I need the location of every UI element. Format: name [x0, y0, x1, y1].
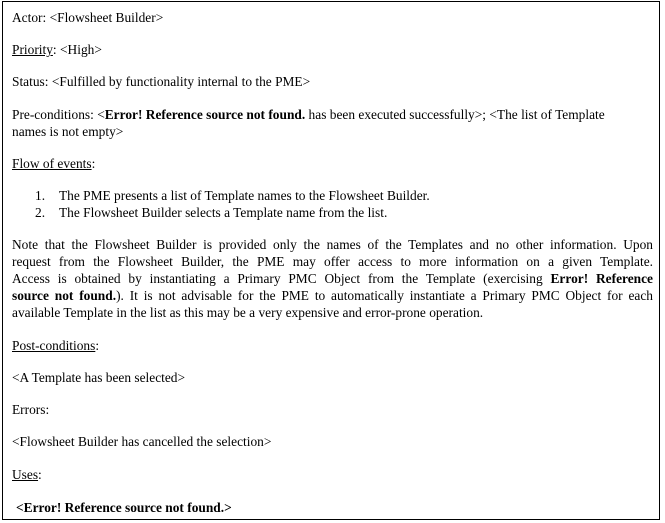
uses-label: Uses: [12, 467, 39, 482]
priority-value: <High>: [60, 42, 102, 57]
flow-step-text: The PME presents a list of Template name…: [59, 188, 430, 203]
preconditions-label: Pre-conditions: [12, 107, 91, 122]
postconditions-value: <A Template has been selected>: [12, 370, 186, 385]
actor-line: Actor: <Flowsheet Builder>: [12, 10, 164, 25]
flow-step-text: The Flowsheet Builder selects a Template…: [59, 205, 388, 220]
priority-line: Priority: <High>: [12, 42, 102, 57]
note-error-link-b[interactable]: source not found.: [12, 288, 116, 303]
status-value: <Fulfilled by functionality internal to …: [51, 74, 311, 89]
uses-open: <: [16, 500, 24, 515]
note-line: available Template in the list as this m…: [12, 305, 484, 320]
postconditions-label: Post-conditions: [12, 338, 96, 353]
postconditions-heading: Post-conditions:: [12, 338, 100, 353]
status-label: Status: [12, 74, 45, 89]
preconditions-open: <: [97, 107, 105, 122]
note-paragraph: Note that the Flowsheet Builder is provi…: [12, 236, 653, 321]
preconditions-paragraph: Pre-conditions: <Error! Reference source…: [12, 107, 605, 139]
use-case-table-cell: Actor: <Flowsheet Builder> Priority: <Hi…: [2, 1, 660, 520]
note-line3-start: Access is obtained by instantiating a Pr…: [12, 271, 551, 286]
note-line4-rest: ). It is not advisable for the PME to au…: [116, 288, 653, 303]
preconditions-rest-line2: names is not empty>: [12, 124, 124, 139]
note-error-link-a[interactable]: Error! Reference: [551, 271, 654, 286]
note-line: request from the Flowsheet Builder, the …: [12, 254, 653, 269]
note-line: Note that the Flowsheet Builder is provi…: [12, 237, 653, 252]
flow-label: Flow of events: [12, 156, 92, 171]
priority-label: Priority: [12, 42, 53, 57]
uses-error-link[interactable]: Error! Reference source not found.: [24, 500, 224, 515]
actor-label: Actor: [12, 10, 43, 25]
errors-value: <Flowsheet Builder has cancelled the sel…: [12, 434, 272, 449]
uses-close: >: [224, 500, 232, 515]
preconditions-error-link[interactable]: Error! Reference source not found.: [105, 107, 305, 122]
flow-step-number: 2.: [35, 205, 46, 220]
flow-step-number: 1.: [35, 188, 46, 203]
actor-value: <Flowsheet Builder>: [49, 10, 164, 25]
errors-label: Errors: [12, 402, 46, 417]
errors-heading: Errors:: [12, 402, 50, 417]
uses-value: <Error! Reference source not found.>: [16, 499, 653, 516]
note-line: source not found.). It is not advisable …: [12, 287, 653, 304]
uses-heading: Uses:: [12, 467, 42, 482]
status-line: Status: <Fulfilled by functionality inte…: [12, 74, 311, 89]
note-line: Access is obtained by instantiating a Pr…: [12, 270, 653, 287]
preconditions-rest-line1: has been executed successfully>; <The li…: [305, 107, 605, 122]
flow-heading: Flow of events:: [12, 156, 96, 171]
